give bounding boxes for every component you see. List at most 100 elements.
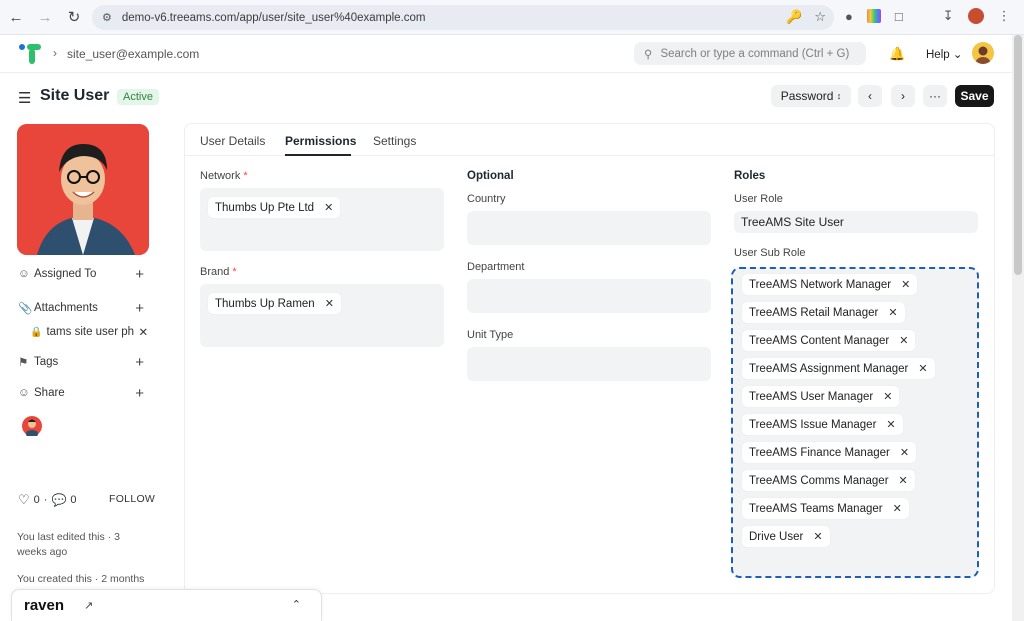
user-plus-icon: ☺ [18, 268, 30, 280]
network-tag: Thumbs Up Pte Ltd ✕ [208, 197, 341, 218]
share-row[interactable]: ☺ Share + [18, 385, 148, 402]
raven-title: raven [24, 597, 65, 614]
download-icon[interactable]: ↧ [943, 8, 954, 24]
attachments-row[interactable]: 📎 Attachments + [18, 300, 148, 317]
sub-role-tag: TreeAMS Teams Manager ✕ [742, 498, 909, 519]
chevron-right-icon: › [901, 89, 905, 103]
add-assignment-icon[interactable]: + [135, 266, 144, 283]
forward-icon[interactable]: → [32, 4, 58, 30]
app-header: › site_user@example.com ⚲ Search or type… [0, 35, 1012, 73]
country-field[interactable] [467, 211, 711, 245]
password-dropdown-button[interactable]: Password ↕ [771, 85, 851, 107]
tab-permissions[interactable]: Permissions [285, 134, 356, 148]
unit-type-label: Unit Type [467, 329, 514, 341]
paperclip-icon: 📎 [18, 303, 33, 315]
add-tag-icon[interactable]: + [135, 354, 144, 371]
previous-record-button[interactable]: ‹ [858, 85, 882, 107]
color-extension-icon[interactable] [866, 9, 881, 23]
search-input[interactable]: ⚲ Search or type a command (Ctrl + G) [634, 42, 866, 65]
remove-attachment-icon[interactable]: ✕ [138, 325, 148, 339]
active-tab-indicator [285, 154, 351, 156]
chevron-down-icon: ⌄ [952, 49, 963, 61]
browser-toolbar: ← → ↻ ⚙ demo-v6.treeams.com/app/user/sit… [0, 0, 1024, 35]
comment-icon[interactable]: 💬 [51, 493, 66, 507]
extension-icon[interactable]: ● [845, 9, 853, 24]
sub-role-tag: TreeAMS Network Manager ✕ [742, 274, 918, 295]
sub-role-tag: TreeAMS User Manager ✕ [742, 386, 900, 407]
department-field[interactable] [467, 279, 711, 313]
bookmark-star-icon[interactable]: ☆ [814, 9, 826, 25]
remove-sub-role-icon[interactable]: ✕ [813, 530, 822, 543]
form-tabs: User Details Permissions Settings [185, 124, 994, 156]
breadcrumb-chevron-icon: › [53, 46, 57, 60]
brand-tag: Thumbs Up Ramen ✕ [208, 293, 341, 314]
sub-role-tag: TreeAMS Content Manager ✕ [742, 330, 916, 351]
shared-user-avatar[interactable] [22, 416, 42, 438]
remove-brand-icon[interactable]: ✕ [325, 297, 334, 310]
profile-icon[interactable] [967, 8, 984, 24]
add-share-icon[interactable]: + [135, 385, 144, 402]
network-label: Network * [200, 170, 248, 182]
chevron-up-icon[interactable]: ⌃ [292, 598, 301, 611]
tab-user-details[interactable]: User Details [200, 134, 265, 148]
page-scrollbar[interactable] [1012, 35, 1024, 621]
department-label: Department [467, 261, 525, 273]
remove-sub-role-icon[interactable]: ✕ [918, 362, 927, 375]
save-button[interactable]: Save [955, 85, 994, 107]
notification-bell-icon[interactable]: 🔔 [889, 46, 905, 62]
remove-sub-role-icon[interactable]: ✕ [901, 278, 910, 291]
external-link-icon[interactable]: ↗ [84, 599, 93, 612]
more-actions-button[interactable]: ··· [923, 85, 947, 107]
brand-label: Brand * [200, 266, 237, 278]
key-icon[interactable]: 🔑 [786, 9, 802, 25]
url-text: demo-v6.treeams.com/app/user/site_user%4… [121, 11, 426, 24]
help-dropdown[interactable]: Help ⌄ [926, 47, 963, 61]
puzzle-icon[interactable]: □ [895, 9, 903, 24]
created-text: You created this · 2 months [17, 573, 145, 585]
lock-icon: 🔒 [30, 326, 43, 338]
add-attachment-icon[interactable]: + [135, 300, 144, 317]
tab-settings[interactable]: Settings [373, 134, 416, 148]
user-sub-role-label: User Sub Role [734, 247, 806, 259]
attachment-item[interactable]: 🔒 tams site user ph ✕ [30, 325, 148, 339]
sub-role-tag: TreeAMS Assignment Manager ✕ [742, 358, 935, 379]
user-role-value: TreeAMS Site User [741, 215, 844, 229]
unit-type-field[interactable] [467, 347, 711, 381]
app-logo-icon[interactable] [18, 43, 44, 65]
last-edited-text: You last edited this · 3 weeks ago [17, 531, 120, 558]
remove-sub-role-icon[interactable]: ✕ [888, 306, 897, 319]
sub-role-tag: Drive User ✕ [742, 526, 830, 547]
share-icon: ☺ [18, 387, 30, 399]
tags-row[interactable]: ⚑ Tags + [18, 354, 148, 371]
sidebar-toggle-icon[interactable]: ☰ [18, 89, 31, 107]
roles-heading: Roles [734, 170, 766, 182]
remove-sub-role-icon[interactable]: ✕ [883, 390, 892, 403]
likes-comments: ♡ 0 · 💬 0 [18, 492, 77, 508]
user-role-label: User Role [734, 193, 783, 205]
heart-icon[interactable]: ♡ [18, 492, 30, 508]
next-record-button[interactable]: › [891, 85, 915, 107]
profile-photo[interactable] [17, 124, 149, 255]
raven-chat-widget[interactable]: raven ↗ ⌃ [11, 589, 322, 621]
remove-sub-role-icon[interactable]: ✕ [899, 334, 908, 347]
sub-role-tag: TreeAMS Retail Manager ✕ [742, 302, 905, 323]
tag-icon: ⚑ [18, 357, 29, 369]
search-icon: ⚲ [644, 48, 653, 61]
remove-sub-role-icon[interactable]: ✕ [900, 446, 909, 459]
back-icon[interactable]: ← [3, 4, 29, 30]
avatar[interactable] [972, 42, 994, 64]
breadcrumb[interactable]: site_user@example.com [67, 47, 199, 61]
reload-icon[interactable]: ↻ [61, 4, 87, 30]
sub-role-tag: TreeAMS Issue Manager ✕ [742, 414, 903, 435]
remove-network-icon[interactable]: ✕ [324, 201, 333, 214]
browser-menu-icon[interactable]: ⋮ [998, 8, 1011, 24]
follow-button[interactable]: FOLLOW [109, 493, 155, 505]
chevron-left-icon: ‹ [868, 89, 872, 103]
remove-sub-role-icon[interactable]: ✕ [886, 418, 895, 431]
assigned-to-row[interactable]: ☺ Assigned To + [18, 266, 148, 283]
remove-sub-role-icon[interactable]: ✕ [899, 474, 908, 487]
sub-role-tag: TreeAMS Finance Manager ✕ [742, 442, 917, 463]
address-bar[interactable]: ⚙ demo-v6.treeams.com/app/user/site_user… [92, 5, 834, 30]
remove-sub-role-icon[interactable]: ✕ [893, 502, 902, 515]
site-info-icon[interactable]: ⚙ [102, 11, 112, 24]
